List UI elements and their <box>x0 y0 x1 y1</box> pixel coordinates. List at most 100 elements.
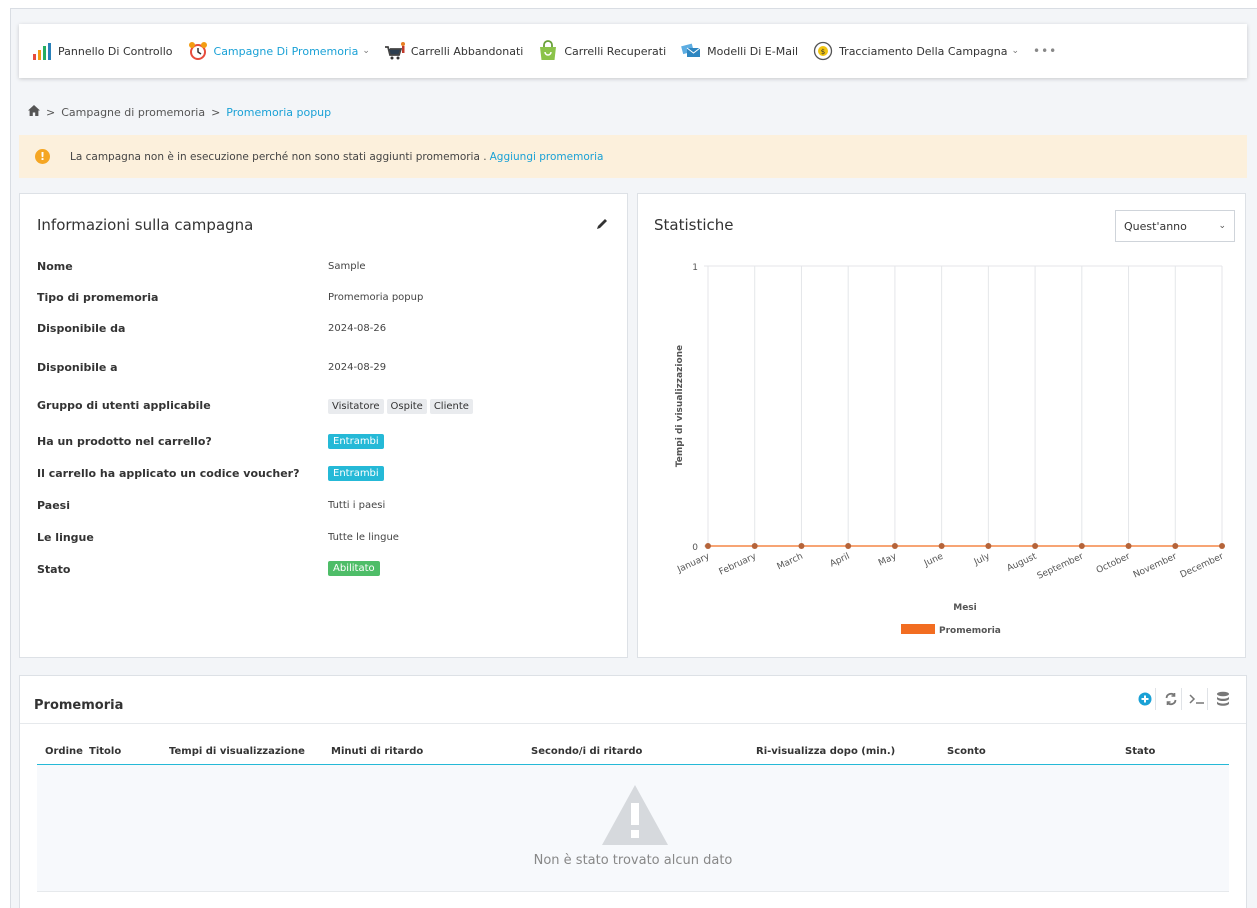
breadcrumb-separator: > <box>211 105 221 119</box>
chart-x-tick-label: December <box>1179 552 1226 581</box>
group-tag: Cliente <box>429 399 473 414</box>
empty-message: Non è stato trovato alcun dato <box>533 853 733 868</box>
chart-point <box>985 543 992 549</box>
breadcrumb-current[interactable]: Promemoria popup <box>226 106 331 119</box>
chart-point <box>1032 543 1039 549</box>
nav-dashboard[interactable]: Pannello Di Controllo <box>31 40 173 62</box>
chart-point <box>1219 543 1225 549</box>
info-label-has-product: Ha un prodotto nel carrello? <box>37 435 212 448</box>
chart-y-tick-label: 0 <box>692 543 698 553</box>
column-header-title[interactable]: Titolo <box>89 746 121 757</box>
more-dots-icon: ••• <box>1033 44 1058 58</box>
chart-x-tick-label: April <box>829 552 852 570</box>
chart-x-tick-label: September <box>1036 552 1086 582</box>
pencil-icon[interactable] <box>595 216 609 230</box>
column-header-status[interactable]: Stato <box>1125 746 1155 757</box>
chart-point <box>845 543 852 549</box>
svg-text:$: $ <box>821 48 825 56</box>
bar-chart-icon <box>31 40 53 62</box>
add-reminder-link[interactable]: Aggiungi promemoria <box>490 151 604 163</box>
info-value-countries: Tutti i paesi <box>328 500 386 511</box>
chart-point <box>1078 543 1085 549</box>
info-label-type: Tipo di promemoria <box>37 291 159 304</box>
statistics-panel: Statistiche Quest'anno ⌄ 1 0 Tempi di visu… <box>637 193 1246 658</box>
info-label-name: Nome <box>37 260 73 273</box>
campaign-info-panel: Informazioni sulla campagna Nome Sample … <box>19 193 628 658</box>
home-icon[interactable] <box>28 105 40 119</box>
chart-legend-swatch <box>901 624 935 634</box>
chevron-down-icon: ⌄ <box>1011 46 1020 56</box>
chart-x-tick-label: July <box>972 551 992 568</box>
nav-dashboard-label: Pannello Di Controllo <box>58 44 173 58</box>
nav-recovered-carts-label: Carrelli Recuperati <box>564 44 667 58</box>
chart-x-tick-label: January <box>675 551 712 575</box>
alert-text: La campagna non è in esecuzione perché n… <box>70 150 487 163</box>
nav-campaign-tracking[interactable]: $ Tracciamento Della Campagna ⌄ <box>812 40 1019 62</box>
info-label-voucher: Il carrello ha applicato un codice vouch… <box>37 467 300 480</box>
add-icon[interactable] <box>1134 688 1156 710</box>
chart-point <box>1172 543 1179 549</box>
chart-x-tick-label: November <box>1132 552 1179 581</box>
breadcrumb-campaigns[interactable]: Campagne di promemoria <box>61 106 205 119</box>
nav-recovered-carts[interactable]: Carrelli Recuperati <box>537 40 666 62</box>
chart-point <box>751 543 758 549</box>
chart-x-tick-label: May <box>877 551 899 568</box>
info-value-languages: Tutte le lingue <box>328 532 399 543</box>
table-bottom-line <box>37 891 1229 892</box>
statistics-chart: 1 0 Tempi di visualizzazione January Februar… <box>675 263 1226 636</box>
both-badge: Entrambi <box>328 434 384 449</box>
nav-abandoned-carts-label: Carrelli Abbandonati <box>410 44 524 58</box>
info-label-countries: Paesi <box>37 499 70 512</box>
column-header-order[interactable]: Ordine <box>45 746 83 757</box>
chart-point <box>705 543 711 549</box>
column-header-delay-minutes[interactable]: Minuti di ritardo <box>331 746 423 757</box>
nav-reminder-campaigns[interactable]: Campagne Di Promemoria ⌄ <box>187 40 370 62</box>
nav-campaign-tracking-label: Tracciamento Della Campagna <box>839 44 1008 58</box>
group-tag: Ospite <box>386 399 427 414</box>
warning-icon: ! <box>35 149 50 164</box>
terminal-icon[interactable] <box>1186 688 1208 710</box>
info-value-to: 2024-08-29 <box>328 362 387 373</box>
breadcrumb-separator: > <box>46 105 56 119</box>
chart-y-axis-label: Tempi di visualizzazione <box>675 345 685 467</box>
info-label-from: Disponibile da <box>37 322 126 335</box>
nav-abandoned-carts[interactable]: Carrelli Abbandonati <box>384 40 523 62</box>
chart-x-axis-label: Mesi <box>953 603 977 613</box>
alarm-clock-icon <box>187 40 209 62</box>
empty-table-state: Non è stato trovato alcun dato <box>37 765 1229 891</box>
info-value-name: Sample <box>328 261 366 272</box>
nav-email-templates-label: Modelli Di E-Mail <box>707 44 799 58</box>
chart-x-tick-label: August <box>1006 551 1039 574</box>
refresh-icon[interactable] <box>1160 688 1182 710</box>
info-label-groups: Gruppo di utenti applicabile <box>37 399 211 412</box>
status-badge: Abilitato <box>328 561 380 576</box>
info-value-groups: Visitatore Ospite Cliente <box>328 399 476 414</box>
reminders-title: Promemoria <box>34 698 124 713</box>
column-header-discount[interactable]: Sconto <box>947 746 986 757</box>
info-label-to: Disponibile a <box>37 361 118 374</box>
nav-reminder-campaigns-label: Campagne Di Promemoria <box>213 44 359 58</box>
chart-x-tick-label: October <box>1095 552 1132 576</box>
group-tag: Visitatore <box>328 399 384 414</box>
info-value-has-product: Entrambi <box>328 434 384 449</box>
column-header-display-times[interactable]: Tempi di visualizzazione <box>169 746 305 757</box>
app-frame: Pannello Di Controllo Campagne Di Promem… <box>10 8 1257 908</box>
shopping-bag-icon <box>537 40 559 62</box>
warning-alert: ! La campagna non è in esecuzione perché… <box>19 135 1247 178</box>
nav-email-templates[interactable]: Modelli Di E-Mail <box>680 40 798 62</box>
info-value-status: Abilitato <box>328 561 380 576</box>
info-label-languages: Le lingue <box>37 531 94 544</box>
info-value-voucher: Entrambi <box>328 466 384 481</box>
chart-y-tick-label: 1 <box>692 263 698 273</box>
column-header-redisplay[interactable]: Ri-visualizza dopo (min.) <box>756 746 895 757</box>
chart-x-tick-label: February <box>718 551 759 577</box>
warning-triangle-icon <box>600 783 670 851</box>
chart-point <box>938 543 945 549</box>
nav-more[interactable]: ••• <box>1033 44 1057 58</box>
chart-point <box>798 543 805 549</box>
database-icon[interactable] <box>1212 688 1234 710</box>
reminders-toolbar <box>1134 688 1234 710</box>
chart-x-tick-label: March <box>776 552 805 573</box>
column-header-delay-seconds[interactable]: Secondo/i di ritardo <box>531 746 642 757</box>
reminders-panel: Promemoria Ordine Titolo Tempi di visual… <box>19 675 1247 908</box>
